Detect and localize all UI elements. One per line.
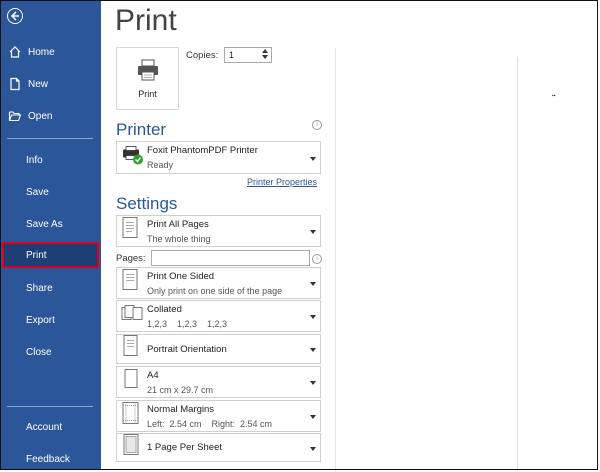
window-frame [0,0,598,470]
